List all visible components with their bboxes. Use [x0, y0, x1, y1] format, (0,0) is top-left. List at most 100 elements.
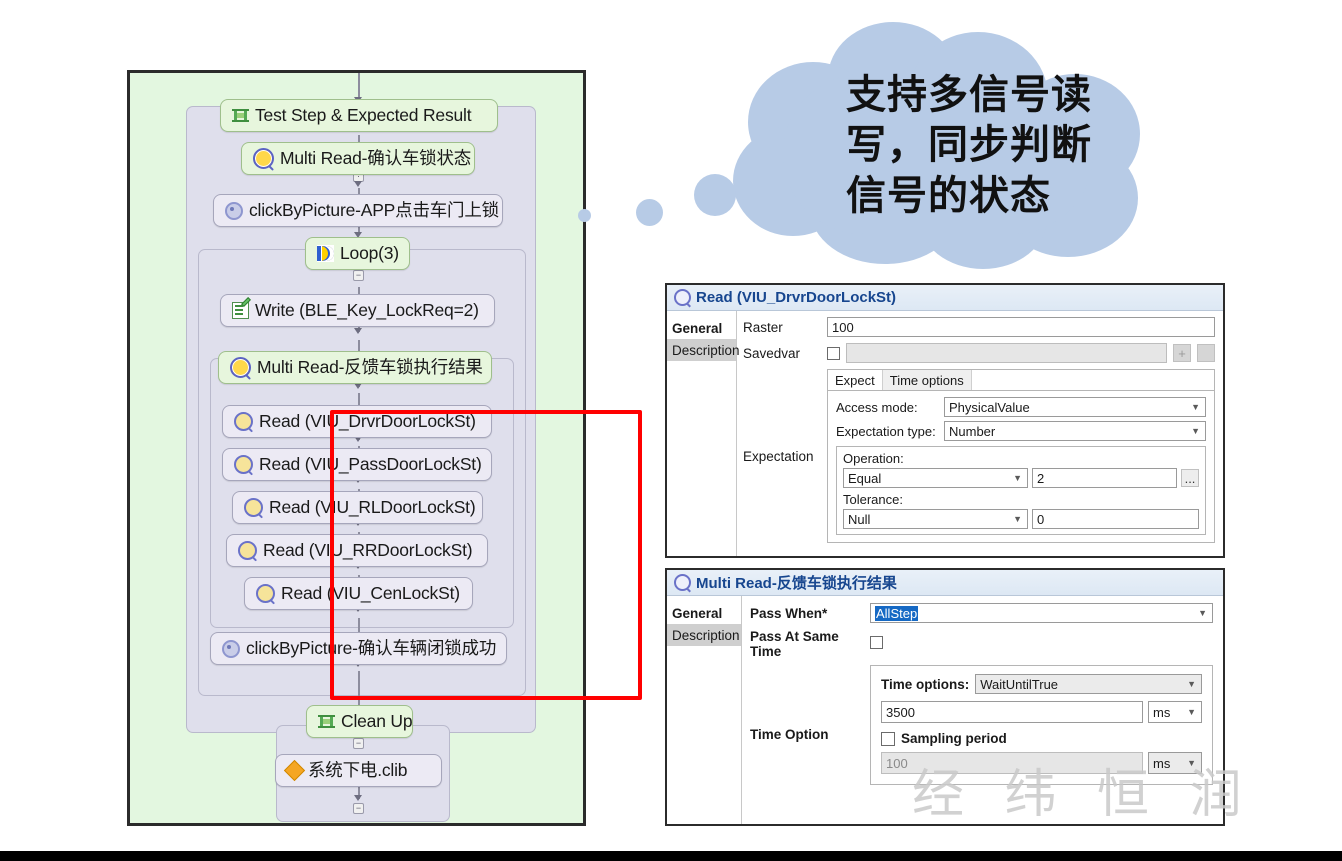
flow-node-label: Multi Read-反馈车锁执行结果	[257, 356, 483, 377]
access-mode-select[interactable]: PhysicalValue ▼	[944, 397, 1206, 417]
tolerance-value: Null	[848, 511, 871, 527]
magnifier-icon	[234, 412, 253, 431]
callout-text: 支持多信号读 写，同步判断 信号的状态	[846, 70, 1136, 221]
multi-read-dialog-title: Multi Read-反馈车锁执行结果	[696, 575, 897, 592]
raster-label: Raster	[743, 320, 783, 335]
tab-time-options[interactable]: Time options	[882, 370, 972, 390]
flow-node-loop[interactable]: Loop(3)	[305, 237, 410, 270]
chevron-down-icon: ▼	[1013, 473, 1022, 483]
flow-node-read-pass[interactable]: Read (VIU_PassDoorLockSt)	[222, 448, 492, 481]
write-icon	[232, 302, 249, 319]
bottom-letterbox-bar	[0, 851, 1342, 861]
add-savedvar-button[interactable]: +	[1173, 344, 1191, 362]
chevron-down-icon: ▼	[1187, 758, 1196, 768]
callout-bubble: 支持多信号读 写，同步判断 信号的状态	[578, 14, 1190, 274]
multi-read-tab-column: General Description	[667, 596, 742, 824]
tolerance-select[interactable]: Null ▼	[843, 509, 1028, 529]
flow-node-label: Loop(3)	[340, 242, 399, 263]
tolerance-operand-input[interactable]: 0	[1032, 509, 1199, 529]
magnifier-icon	[244, 498, 263, 517]
tab-general[interactable]: General	[667, 602, 741, 624]
timeout-input[interactable]: 3500	[881, 701, 1143, 723]
chevron-down-icon: ▼	[1198, 608, 1207, 618]
callout-line-1: 支持多信号读	[846, 72, 1092, 118]
multi-read-dialog: Multi Read-反馈车锁执行结果 General Description …	[665, 568, 1225, 826]
flow-node-test-step[interactable]: Test Step & Expected Result	[220, 99, 498, 132]
testcase-icon	[232, 107, 249, 124]
operation-operand-input[interactable]: 2	[1032, 468, 1177, 488]
sampling-unit-value: ms	[1153, 755, 1171, 771]
collapse-knob[interactable]: −	[353, 270, 364, 281]
browse-button[interactable]: ...	[1181, 469, 1199, 487]
flow-node-label: Read (VIU_RLDoorLockSt)	[269, 496, 476, 517]
tab-description[interactable]: Description	[667, 624, 741, 646]
tab-description[interactable]: Description	[667, 339, 740, 361]
flow-node-read-rl[interactable]: Read (VIU_RLDoorLockSt)	[232, 491, 483, 524]
flow-node-label: Clean Up	[341, 710, 413, 731]
collapse-knob[interactable]: −	[353, 738, 364, 749]
pass-at-same-time-checkbox[interactable]	[870, 636, 883, 649]
operation-value: Equal	[848, 470, 882, 486]
tab-expect[interactable]: Expect	[828, 370, 883, 390]
savedvar-checkbox[interactable]	[827, 346, 840, 360]
savedvar-label: Savedvar	[743, 346, 801, 361]
magnifier-icon	[230, 357, 251, 378]
operation-label: Operation:	[843, 451, 904, 466]
sampling-period-label: Sampling period	[901, 731, 1007, 746]
magnifier-icon	[238, 541, 257, 560]
loop-icon	[317, 245, 334, 262]
timeout-unit-select[interactable]: ms ▼	[1148, 701, 1202, 723]
arrow	[354, 328, 362, 334]
flow-node-read-rr[interactable]: Read (VIU_RRDoorLockSt)	[226, 534, 488, 567]
tab-general[interactable]: General	[667, 317, 736, 339]
flow-node-read-cen[interactable]: Read (VIU_CenLockSt)	[244, 577, 473, 610]
gear-icon	[225, 201, 243, 220]
collapse-knob[interactable]: −	[353, 803, 364, 814]
tabstrip-filler	[971, 370, 1214, 390]
arrow	[354, 181, 362, 187]
flow-node-click-lock[interactable]: clickByPicture-APP点击车门上锁	[213, 194, 503, 227]
chevron-down-icon: ▼	[1013, 514, 1022, 524]
flow-node-label: 系统下电.clib	[308, 759, 408, 780]
savedvar-input[interactable]	[846, 343, 1167, 363]
access-mode-value: PhysicalValue	[949, 399, 1030, 415]
flowchart-panel: − · − − − − − − Test Step & Expected Res…	[127, 70, 642, 826]
expectation-label: Expectation	[743, 449, 814, 464]
flow-node-read-drvr[interactable]: Read (VIU_DrvrDoorLockSt)	[222, 405, 492, 438]
chevron-down-icon: ▼	[1191, 426, 1200, 436]
testcase-icon	[318, 713, 335, 730]
sampling-period-input[interactable]: 100	[881, 752, 1143, 774]
expectation-type-select[interactable]: Number ▼	[944, 421, 1206, 441]
flow-node-label: Read (VIU_CenLockSt)	[281, 582, 460, 603]
flow-node-write[interactable]: Write (BLE_Key_LockReq=2)	[220, 294, 495, 327]
sampling-unit-select[interactable]: ms ▼	[1148, 752, 1202, 774]
flow-node-label: Read (VIU_RRDoorLockSt)	[263, 539, 473, 560]
time-options-label: Time options:	[881, 676, 970, 692]
chevron-down-icon: ▼	[1187, 679, 1196, 689]
read-dialog-titlebar: Read (VIU_DrvrDoorLockSt)	[667, 285, 1223, 311]
remove-savedvar-button[interactable]	[1197, 344, 1215, 362]
sampling-period-checkbox[interactable]	[881, 731, 895, 746]
operation-select[interactable]: Equal ▼	[843, 468, 1028, 488]
pass-at-same-time-label: Pass At Same Time	[750, 629, 839, 659]
flow-node-power-off[interactable]: 系统下电.clib	[275, 754, 442, 787]
expect-panel: Access mode: PhysicalValue ▼ Expectation…	[827, 390, 1215, 543]
cloud-tail-small	[636, 199, 663, 226]
diamond-icon	[283, 759, 306, 782]
expect-tabstrip: Expect Time options	[827, 369, 1215, 390]
flow-node-click-confirm[interactable]: clickByPicture-确认车辆闭锁成功	[210, 632, 507, 665]
flow-node-label: clickByPicture-确认车辆闭锁成功	[246, 637, 497, 658]
flow-node-clean-up[interactable]: Clean Up	[306, 705, 413, 738]
access-mode-label: Access mode:	[836, 399, 918, 415]
read-dialog-title: Read (VIU_DrvrDoorLockSt)	[696, 289, 897, 306]
connector	[358, 73, 360, 99]
time-options-select[interactable]: WaitUntilTrue ▼	[975, 674, 1202, 694]
flow-node-label: clickByPicture-APP点击车门上锁	[249, 199, 499, 220]
pass-when-select[interactable]: AllStep ▼	[870, 603, 1213, 623]
tolerance-label: Tolerance:	[843, 492, 903, 507]
gear-icon	[222, 639, 240, 658]
magnifier-icon	[256, 584, 275, 603]
flow-node-multi-read-confirm[interactable]: Multi Read-确认车锁状态	[241, 142, 475, 175]
flow-node-multi-read-feedback[interactable]: Multi Read-反馈车锁执行结果	[218, 351, 492, 384]
raster-input[interactable]: 100	[827, 317, 1215, 337]
